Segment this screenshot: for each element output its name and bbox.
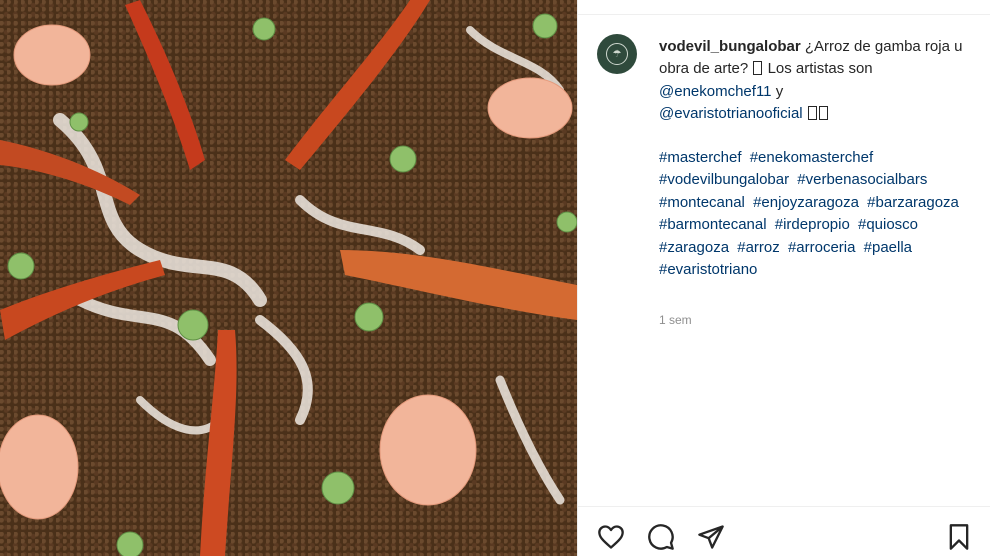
hashtag-link[interactable]: #arroz xyxy=(737,239,780,256)
hashtag-link[interactable]: #paella xyxy=(864,239,912,256)
hashtag-link[interactable]: #quiosco xyxy=(858,216,918,233)
hashtag-link[interactable]: #barzaragoza xyxy=(867,194,959,211)
hashtag-link[interactable]: #arroceria xyxy=(788,239,856,256)
hashtag-list: #masterchef #enekomasterchef #vodevilbun… xyxy=(659,147,977,281)
hashtag-link[interactable]: #vodevilbungalobar xyxy=(659,171,789,188)
hashtag-link[interactable]: #enjoyzaragoza xyxy=(753,194,859,211)
actions-bar xyxy=(577,506,990,556)
missing-glyph-icon xyxy=(818,106,828,121)
bookmark-icon xyxy=(949,524,969,550)
caption-connector: y xyxy=(775,82,784,100)
heart-icon xyxy=(598,525,624,549)
hashtag-link[interactable]: #masterchef xyxy=(659,149,742,166)
share-button[interactable] xyxy=(697,523,725,551)
comment-icon xyxy=(648,524,674,550)
like-button[interactable] xyxy=(597,523,625,551)
hashtag-link[interactable]: #zaragoza xyxy=(659,239,729,256)
instagram-post: ☂ vodevil_bungalobar ¿Arroz de gamba roj… xyxy=(0,0,990,556)
share-icon xyxy=(698,525,724,549)
brand-logo-icon: ☂ xyxy=(606,43,628,65)
mention-link[interactable]: @evaristotrianooficial xyxy=(659,105,803,122)
post-timestamp: 1 sem xyxy=(659,313,692,327)
missing-glyph-icon xyxy=(807,106,817,121)
hashtag-link[interactable]: #barmontecanal xyxy=(659,216,767,233)
post-caption: vodevil_bungalobar ¿Arroz de gamba roja … xyxy=(659,36,977,126)
username-link[interactable]: vodevil_bungalobar xyxy=(659,38,801,55)
hashtag-link[interactable]: #montecanal xyxy=(659,194,745,211)
caption-text-continued: Los artistas son xyxy=(767,60,873,78)
hashtag-link[interactable]: #enekomasterchef xyxy=(750,149,873,166)
hashtag-link[interactable]: #verbenasocialbars xyxy=(797,171,927,188)
avatar[interactable]: ☂ xyxy=(597,34,637,74)
mention-link[interactable]: @enekomchef11 xyxy=(659,83,772,100)
hashtag-link[interactable]: #irdepropio xyxy=(775,216,850,233)
save-button[interactable] xyxy=(945,523,973,551)
paella-photo-illustration xyxy=(0,0,577,556)
missing-glyph-icon xyxy=(753,61,763,76)
comment-button[interactable] xyxy=(647,523,675,551)
post-photo[interactable] xyxy=(0,0,577,556)
hashtag-link[interactable]: #evaristotriano xyxy=(659,261,757,278)
divider xyxy=(578,14,990,15)
